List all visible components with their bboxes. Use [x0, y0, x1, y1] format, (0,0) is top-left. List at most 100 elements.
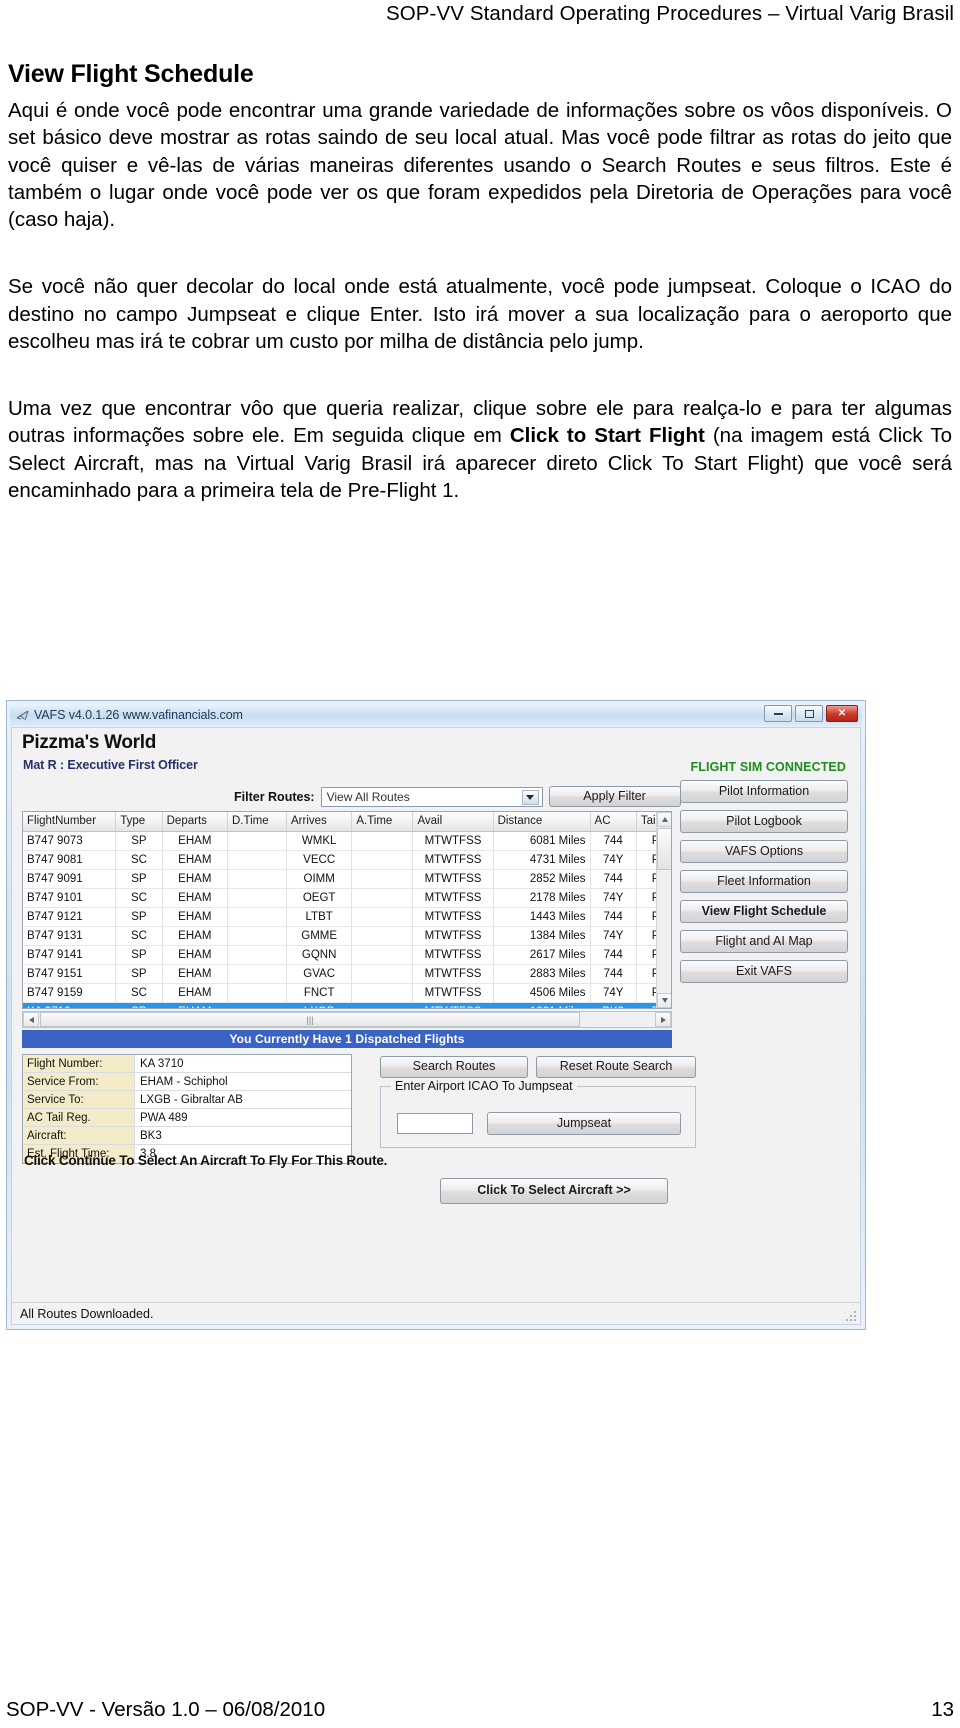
sidebar-button-pilot-logbook[interactable]: Pilot Logbook — [680, 810, 848, 833]
window-titlebar[interactable]: VAFS v4.0.1.26 www.vafinancials.com ✕ — [10, 704, 862, 726]
horizontal-scroll-thumb[interactable]: ||| — [40, 1012, 580, 1027]
scroll-left-button[interactable] — [23, 1012, 39, 1027]
footer-version: SOP-VV - Versão 1.0 – 06/08/2010 — [6, 1698, 326, 1721]
cell-arrives: GMME — [286, 926, 353, 946]
sidebar-button-view-flight-schedule[interactable]: View Flight Schedule — [680, 900, 848, 923]
table-row[interactable]: B747 9073SPEHAMWMKLMTWTFSS6081 Miles744P… — [23, 831, 671, 851]
account-rank: Mat R : Executive First Officer — [23, 758, 198, 772]
table-row[interactable]: B747 9159SCEHAMFNCTMTWTFSS4506 Miles74YP… — [23, 983, 671, 1003]
detail-value: EHAM - Schiphol — [135, 1073, 351, 1090]
apply-filter-button[interactable]: Apply Filter — [548, 786, 681, 807]
cell-departs: EHAM — [162, 1002, 228, 1008]
grid-vertical-scrollbar[interactable] — [656, 812, 671, 1008]
cell-atime — [351, 1002, 414, 1008]
table-row[interactable]: B747 9151SPEHAMGVACMTWTFSS2883 Miles744P… — [23, 964, 671, 984]
cell-dtime — [227, 964, 287, 984]
column-header-ac[interactable]: AC — [590, 812, 637, 832]
cell-arrives: GQNN — [286, 945, 353, 965]
close-button[interactable]: ✕ — [826, 705, 858, 722]
cell-atime — [351, 983, 414, 1003]
column-header-atime[interactable]: A.Time — [351, 812, 414, 832]
cell-distance: 4506 Miles — [493, 983, 591, 1003]
scroll-right-button[interactable] — [655, 1012, 671, 1027]
cell-atime — [351, 888, 414, 908]
minimize-button[interactable] — [764, 705, 792, 722]
cell-type: SP — [115, 907, 163, 927]
detail-label: Aircraft: — [23, 1127, 135, 1144]
table-row[interactable]: B747 9101SCEHAMOEGTMTWTFSS2178 Miles74YP… — [23, 888, 671, 908]
continue-instruction: Click Continue To Select An Aircraft To … — [24, 1153, 388, 1168]
cell-avail: MTWTFSS — [412, 983, 494, 1003]
cell-type: SP — [115, 945, 163, 965]
cell-flight: B747 9151 — [23, 964, 117, 984]
table-row[interactable]: B747 9091SPEHAMOIMMMTWTFSS2852 Miles744P… — [23, 869, 671, 889]
resize-grip-icon[interactable] — [842, 1307, 856, 1321]
cell-flight: B747 9101 — [23, 888, 117, 908]
cell-ac: 744 — [590, 831, 637, 851]
vertical-scroll-thumb[interactable] — [657, 828, 671, 870]
table-row[interactable]: KA 3710SPEHAMLXGBMTWTFSS1221 MilesBK3PWA… — [23, 1002, 671, 1008]
column-header-flightnumber[interactable]: FlightNumber — [23, 812, 117, 832]
detail-value: BK3 — [135, 1127, 351, 1144]
column-header-type[interactable]: Type — [115, 812, 163, 832]
cell-ac: BK3 — [590, 1002, 637, 1008]
table-row[interactable]: B747 9141SPEHAMGQNNMTWTFSS2617 Miles744P… — [23, 945, 671, 965]
column-header-dtime[interactable]: D.Time — [227, 812, 287, 832]
search-routes-button[interactable]: Search Routes — [380, 1056, 528, 1078]
flight-schedule-grid[interactable]: FlightNumber Type Departs D.Time Arrives… — [22, 811, 672, 1009]
cell-dtime — [227, 983, 287, 1003]
sidebar-button-pilot-information[interactable]: Pilot Information — [680, 780, 848, 803]
column-header-arrives[interactable]: Arrives — [286, 812, 353, 832]
cell-flight: B747 9141 — [23, 945, 117, 965]
click-to-select-aircraft-button[interactable]: Click To Select Aircraft >> — [440, 1178, 668, 1204]
cell-arrives: VECC — [286, 850, 353, 870]
sidebar-button-vafs-options[interactable]: VAFS Options — [680, 840, 848, 863]
table-row[interactable]: B747 9081SCEHAMVECCMTWTFSS4731 Miles74YP… — [23, 850, 671, 870]
cell-type: SP — [115, 1002, 163, 1008]
table-row[interactable]: B747 9131SCEHAMGMMEMTWTFSS1384 Miles74YP… — [23, 926, 671, 946]
jumpseat-icao-input[interactable] — [397, 1113, 473, 1134]
cell-arrives: FNCT — [286, 983, 353, 1003]
cell-atime — [351, 850, 414, 870]
cell-atime — [351, 945, 414, 965]
paragraph-1: Aqui é onde você pode encontrar uma gran… — [8, 99, 952, 231]
sidebar-button-fleet-information[interactable]: Fleet Information — [680, 870, 848, 893]
column-header-distance[interactable]: Distance — [493, 812, 591, 832]
cell-avail: MTWTFSS — [412, 888, 494, 908]
cell-flight: B747 9121 — [23, 907, 117, 927]
column-header-avail[interactable]: Avail — [412, 812, 494, 832]
column-header-departs[interactable]: Departs — [162, 812, 228, 832]
app-logo-icon — [16, 708, 30, 722]
cell-departs: EHAM — [162, 964, 228, 984]
table-row[interactable]: B747 9121SPEHAMLTBTMTWTFSS1443 Miles744P… — [23, 907, 671, 927]
reset-route-search-button[interactable]: Reset Route Search — [536, 1056, 696, 1078]
cell-flight: B747 9131 — [23, 926, 117, 946]
paragraph-2: Se você não quer decolar do local onde e… — [8, 275, 952, 353]
detail-row: Flight Number: KA 3710 — [23, 1055, 351, 1073]
sidebar-button-flight-and-ai-map[interactable]: Flight and AI Map — [680, 930, 848, 953]
chevron-down-icon[interactable] — [521, 789, 539, 805]
cell-flight: B747 9159 — [23, 983, 117, 1003]
cell-dtime — [227, 850, 287, 870]
cell-departs: EHAM — [162, 983, 228, 1003]
jumpseat-button[interactable]: Jumpseat — [487, 1112, 681, 1135]
detail-row: AC Tail Reg. PWA 489 — [23, 1109, 351, 1127]
cell-arrives: GVAC — [286, 964, 353, 984]
filter-routes-select[interactable]: View All Routes — [320, 786, 543, 807]
sidebar-button-exit-vafs[interactable]: Exit VAFS — [680, 960, 848, 983]
maximize-button[interactable] — [795, 705, 823, 722]
cell-ac: 744 — [590, 869, 637, 889]
cell-flight: KA 3710 — [23, 1002, 117, 1008]
filter-bar: Filter Routes: View All Routes Apply Fil… — [234, 786, 681, 807]
jumpseat-legend: Enter Airport ICAO To Jumpseat — [391, 1079, 577, 1093]
jumpseat-group: Enter Airport ICAO To Jumpseat Jumpseat — [380, 1079, 696, 1148]
cell-arrives: OEGT — [286, 888, 353, 908]
detail-value: KA 3710 — [135, 1055, 351, 1072]
scroll-up-button[interactable] — [657, 812, 671, 827]
filter-routes-label: Filter Routes: — [234, 789, 315, 804]
grid-horizontal-scrollbar[interactable]: ||| — [22, 1011, 672, 1028]
detail-label: AC Tail Reg. — [23, 1109, 135, 1126]
cell-distance: 1384 Miles — [493, 926, 591, 946]
cell-distance: 2178 Miles — [493, 888, 591, 908]
scroll-down-button[interactable] — [657, 993, 671, 1008]
